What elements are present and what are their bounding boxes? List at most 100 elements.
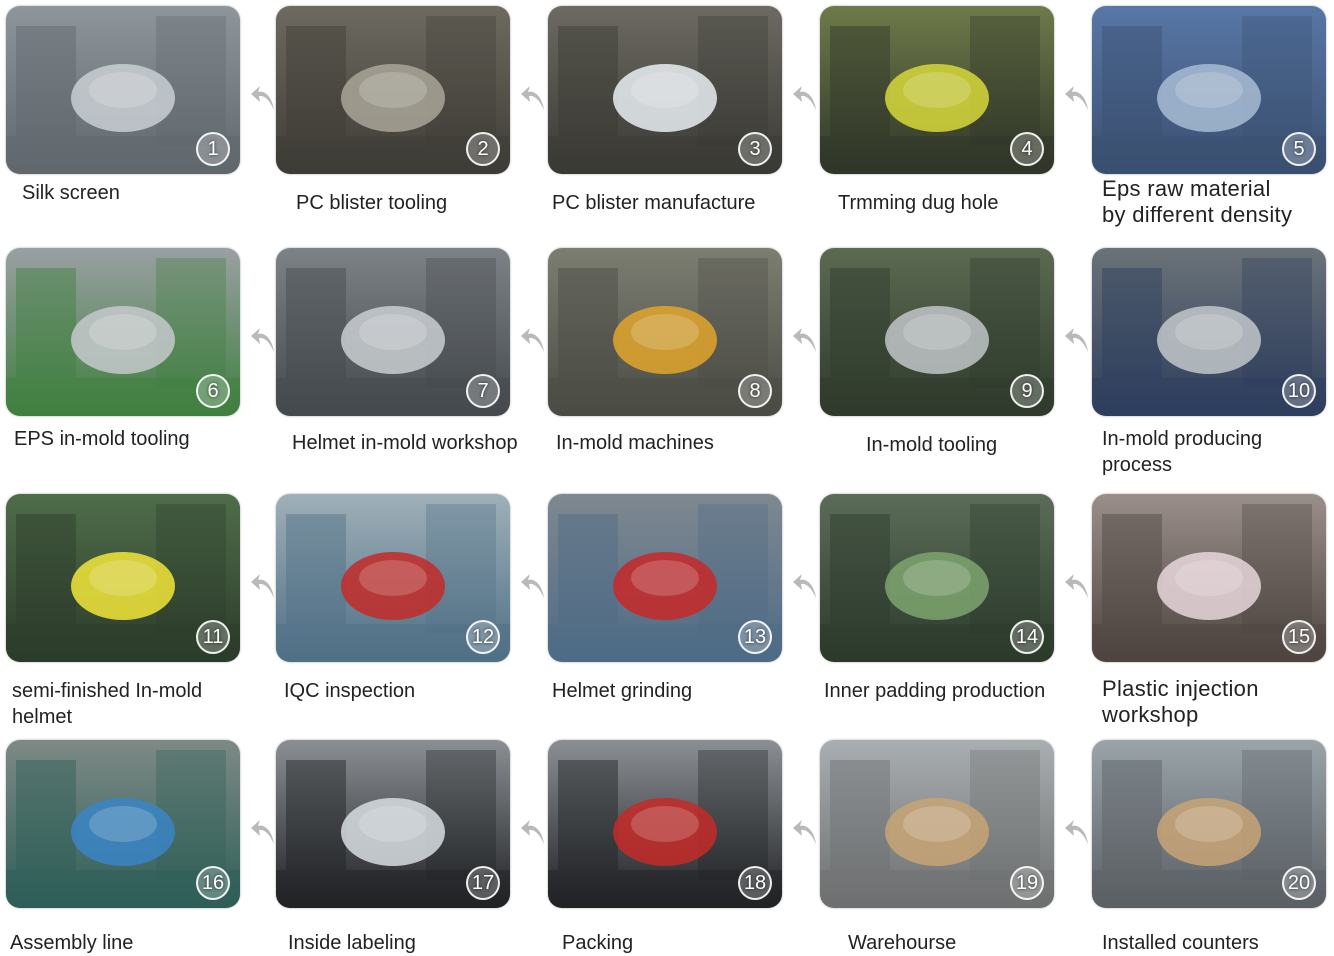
curved-arrow-icon [1064,816,1092,850]
step-number-badge: 10 [1282,374,1316,408]
step-number-badge: 2 [466,132,500,166]
step-photo: 10 [1092,248,1326,416]
step-label-line: Helmet grinding [552,680,693,702]
step-label: Plastic injection workshop [1102,676,1259,728]
curved-arrow-icon [250,570,278,604]
step-label-line: helmet [12,706,73,728]
step-label: Warehourse [848,930,956,956]
step-number-badge: 1 [196,132,230,166]
step-label: In-mold machines [556,430,714,456]
process-step-9: 9 In-mold tooling [820,248,1054,456]
step-label: PC blister tooling [296,190,447,216]
step-photo: 15 [1092,494,1326,662]
curved-arrow-icon [520,570,548,604]
step-label: Helmet grinding [552,678,692,704]
step-label-line: In-mold tooling [866,434,998,456]
step-label-line: Assembly line [10,932,134,954]
step-number-badge: 11 [196,620,230,654]
curved-arrow-icon [1064,324,1092,358]
curved-arrow-icon [792,82,820,116]
process-step-1: 1 Silk screen [6,6,240,204]
curved-arrow-icon [250,82,278,116]
step-label-line: EPS in-mold tooling [14,428,190,450]
process-step-14: 14 Inner padding production [820,494,1054,702]
curved-arrow-icon [1064,82,1092,116]
process-step-20: 20 Installed counters [1092,740,1326,954]
step-photo: 19 [820,740,1054,908]
process-step-11: 11 semi-finished In-mold helmet [6,494,240,728]
step-label-line: semi-finished In-mold [12,680,203,702]
curved-arrow-icon [520,324,548,358]
curved-arrow-icon [520,816,548,850]
step-label-line: Eps raw material [1102,176,1271,201]
process-step-7: 7 Helmet in-mold workshop [276,248,518,454]
step-label-line: process [1102,454,1173,476]
step-label-line: Trmming dug hole [838,192,999,214]
step-label: EPS in-mold tooling [14,426,190,452]
step-label: Trmming dug hole [838,190,998,216]
step-label: In-mold tooling [866,432,997,458]
step-label-line: PC blister manufacture [552,192,756,214]
step-label-line: by different density [1102,202,1293,227]
process-flow-grid: 1 Silk screen 2 PC blister tooling 3 PC … [0,0,1334,956]
step-label-line: IQC inspection [284,680,416,702]
step-label-line: Silk screen [22,182,120,204]
process-step-4: 4 Trmming dug hole [820,6,1054,214]
process-step-13: 13 Helmet grinding [548,494,782,702]
step-photo: 13 [548,494,782,662]
step-photo: 9 [820,248,1054,416]
step-number-badge: 14 [1010,620,1044,654]
curved-arrow-icon [1064,570,1092,604]
process-step-6: 6 EPS in-mold tooling [6,248,240,450]
step-number-badge: 18 [738,866,772,900]
step-label-line: Inner padding production [824,680,1046,702]
process-step-15: 15 Plastic injection workshop [1092,494,1326,727]
step-label-line: Helmet in-mold workshop [292,432,518,454]
step-label-line: PC blister tooling [296,192,448,214]
process-step-18: 18 Packing [548,740,782,954]
step-number-badge: 17 [466,866,500,900]
curved-arrow-icon [520,82,548,116]
step-photo: 6 [6,248,240,416]
process-step-12: 12 IQC inspection [276,494,510,702]
step-number-badge: 7 [466,374,500,408]
step-photo: 16 [6,740,240,908]
step-photo: 14 [820,494,1054,662]
curved-arrow-icon [792,816,820,850]
step-number-badge: 16 [196,866,230,900]
step-number-badge: 20 [1282,866,1316,900]
process-step-8: 8 In-mold machines [548,248,782,454]
process-step-17: 17 Inside labeling [276,740,510,954]
step-photo: 11 [6,494,240,662]
step-number-badge: 15 [1282,620,1316,654]
step-photo: 7 [276,248,510,416]
step-label: Inside labeling [288,930,416,956]
curved-arrow-icon [792,324,820,358]
step-label: Silk screen [22,180,120,206]
step-label-line: Installed counters [1102,932,1259,954]
step-photo: 20 [1092,740,1326,908]
step-label: Eps raw material by different density [1102,176,1292,228]
process-step-5: 5 Eps raw material by different density [1092,6,1326,227]
curved-arrow-icon [250,324,278,358]
step-label: Packing [562,930,633,956]
step-label: Assembly line [10,930,133,956]
step-number-badge: 12 [466,620,500,654]
step-number-badge: 13 [738,620,772,654]
curved-arrow-icon [792,570,820,604]
step-number-badge: 8 [738,374,772,408]
step-label: Inner padding production [824,678,1045,704]
step-photo: 3 [548,6,782,174]
step-label-line: Packing [562,932,634,954]
process-step-19: 19 Warehourse [820,740,1054,954]
step-label: semi-finished In-mold helmet [12,678,202,730]
step-photo: 1 [6,6,240,174]
process-step-10: 10 In-mold producing process [1092,248,1326,476]
process-step-3: 3 PC blister manufacture [548,6,782,214]
step-number-badge: 3 [738,132,772,166]
step-label-line: Inside labeling [288,932,416,954]
step-photo: 17 [276,740,510,908]
step-photo: 18 [548,740,782,908]
step-label: PC blister manufacture [552,190,755,216]
step-number-badge: 6 [196,374,230,408]
